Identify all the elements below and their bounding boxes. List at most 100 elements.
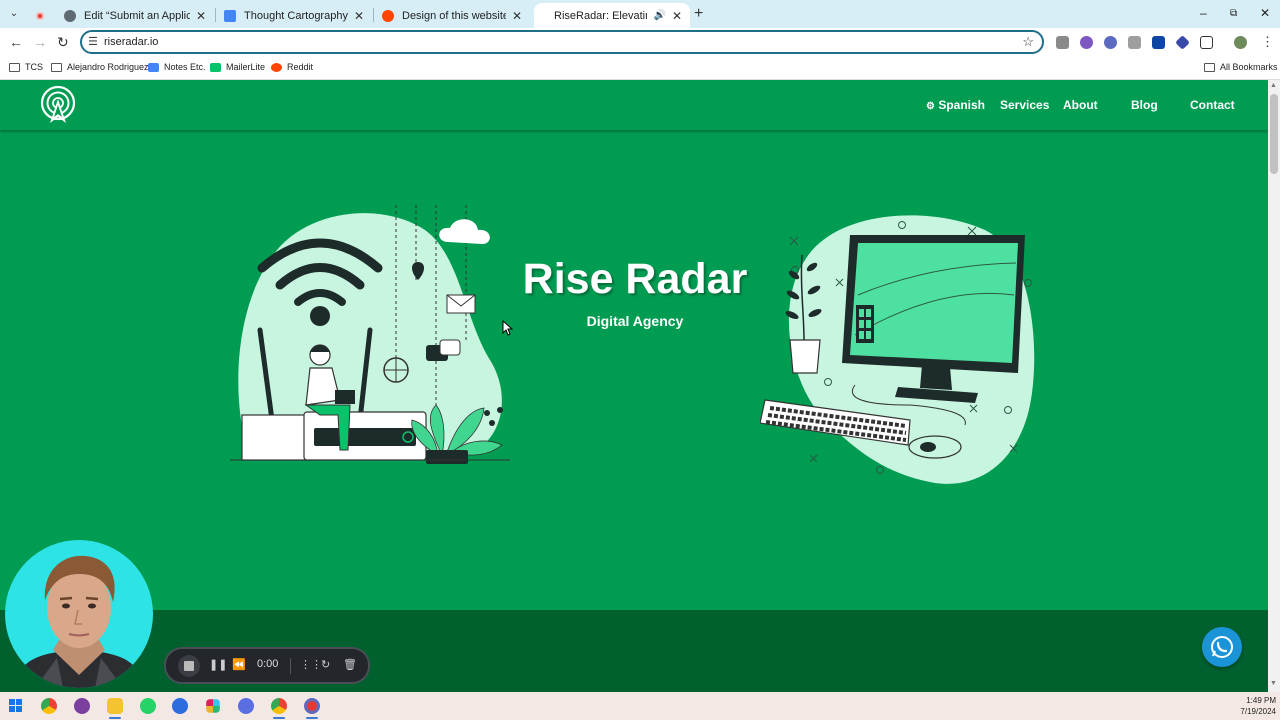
tab-title: Edit “Submit an Application” w <box>84 9 190 22</box>
wifi-network-illustration <box>230 205 510 464</box>
hero-subtitle: Digital Agency <box>586 313 684 329</box>
tab-reddit-webdesign[interactable]: Design of this website : r/webs ✕ <box>374 3 530 28</box>
extension-icon[interactable] <box>1104 36 1117 49</box>
close-tab-icon[interactable]: ✕ <box>196 9 206 23</box>
file-explorer-icon[interactable] <box>107 698 123 714</box>
trash-icon[interactable]: 🗑 <box>343 658 357 671</box>
bookmark-label: MailerLite <box>226 62 266 72</box>
riseradar-page: ⚙ Spanish Services About Blog Contact Ri… <box>0 80 1268 692</box>
reddit-icon <box>271 62 282 72</box>
active-indicator <box>109 717 121 719</box>
speaker-icon[interactable]: 🔊 <box>653 10 665 21</box>
webcam-bubble[interactable] <box>5 540 153 688</box>
back-arrow-icon[interactable]: ← <box>9 34 23 50</box>
nav-services[interactable]: Services <box>1000 98 1049 112</box>
whatsapp-taskbar-icon[interactable] <box>140 698 156 714</box>
bookmark-reddit[interactable]: Reddit <box>271 62 313 72</box>
tab-title: Design of this website : r/webs <box>402 9 506 22</box>
close-window-icon[interactable]: ✕ <box>1260 6 1270 20</box>
camera-extension-icon[interactable] <box>1128 36 1141 49</box>
globe-favicon-icon <box>64 9 76 22</box>
active-indicator <box>306 717 318 719</box>
profile-avatar[interactable] <box>1234 36 1247 49</box>
tab-edit-submit-application[interactable]: Edit “Submit an Application” w ✕ <box>56 3 214 28</box>
whatsapp-icon <box>1211 636 1233 658</box>
scroll-down-icon[interactable]: ▼ <box>1270 680 1277 687</box>
clock-time: 1:49 PM <box>1246 696 1276 705</box>
presenter-avatar <box>15 555 143 688</box>
address-bar[interactable]: ☰ riseradar.io ☆ <box>80 30 1044 54</box>
bookmark-notes[interactable]: Notes Etc. <box>148 62 206 72</box>
bookmarks-bar: TCS Alejandro Rodriguez Notes Etc. Maile… <box>0 56 1280 80</box>
nav-blog[interactable]: Blog <box>1131 98 1158 112</box>
restore-icon[interactable]: ⧉ <box>1230 8 1237 19</box>
pause-icon[interactable]: ❚❚ <box>209 658 227 671</box>
translate-icon: ⚙ <box>926 101 935 112</box>
scroll-up-icon[interactable]: ▲ <box>1270 82 1277 89</box>
rewind-icon[interactable]: ⏪ <box>232 658 246 671</box>
windows-start-icon[interactable] <box>9 699 23 713</box>
mailerlite-icon <box>210 62 221 72</box>
folder-icon <box>51 62 62 72</box>
nav-contact[interactable]: Contact <box>1190 98 1235 112</box>
record-icon <box>36 11 44 20</box>
riseradar-logo-icon[interactable] <box>38 85 78 125</box>
close-tab-icon[interactable]: ✕ <box>672 9 682 23</box>
chrome-profile-taskbar-icon[interactable] <box>271 698 287 714</box>
extension-icon[interactable] <box>1080 36 1093 49</box>
browser-toolbar: ← → ↻ ☰ riseradar.io ☆ ⋮ <box>0 28 1280 56</box>
chrome-taskbar-icon[interactable] <box>41 698 57 714</box>
system-clock[interactable]: 1:49 PM 7/19/2024 <box>1228 695 1276 717</box>
browser-tab-bar: ⌄ Edit “Submit an Application” w ✕ Thoug… <box>0 0 1280 28</box>
tab-thought-cartography[interactable]: Thought Cartography - Calend ✕ <box>216 3 372 28</box>
extension-icon[interactable] <box>1175 35 1190 50</box>
calendar-favicon-icon <box>224 9 236 22</box>
whatsapp-chat-button[interactable] <box>1202 627 1242 667</box>
tab-title: Thought Cartography - Calend <box>244 9 348 22</box>
tab-search-chevron-icon[interactable]: ⌄ <box>6 6 22 22</box>
bookmark-tcs[interactable]: TCS <box>9 62 43 72</box>
recording-timer: 0:00 <box>257 658 279 670</box>
folder-icon <box>9 62 20 72</box>
mouse-cursor-icon <box>502 320 514 336</box>
restart-icon[interactable]: ↻ <box>321 658 330 671</box>
app-taskbar-icon[interactable] <box>238 698 254 714</box>
page-scrollbar[interactable]: ▲ ▼ <box>1268 80 1280 692</box>
nav-about[interactable]: About <box>1063 98 1098 112</box>
divider <box>290 658 291 674</box>
bookmark-label: Reddit <box>287 62 314 72</box>
close-tab-icon[interactable]: ✕ <box>354 9 364 23</box>
slack-taskbar-icon[interactable] <box>206 699 220 713</box>
grid-dots-icon[interactable]: ⋮⋮ <box>300 658 322 671</box>
site-info-icon[interactable]: ☰ <box>88 35 98 48</box>
pinned-tab-recording[interactable] <box>28 3 54 28</box>
close-tab-icon[interactable]: ✕ <box>512 9 522 23</box>
reload-icon[interactable]: ↻ <box>57 34 69 51</box>
tab-riseradar[interactable]: RiseRadar: Elevating Your D 🔊 ✕ <box>534 3 690 28</box>
app-taskbar-icon[interactable] <box>74 698 90 714</box>
minimize-icon[interactable]: – <box>1200 6 1207 20</box>
puzzle-extensions-icon[interactable] <box>1200 36 1213 49</box>
recorder-taskbar-icon[interactable] <box>304 698 320 714</box>
zoom-taskbar-icon[interactable] <box>172 698 188 714</box>
desktop-computer-illustration <box>760 215 1035 484</box>
url-text[interactable]: riseradar.io <box>104 36 158 48</box>
extension-icon[interactable] <box>1056 36 1069 49</box>
bookmark-label: All Bookmarks <box>1220 62 1278 72</box>
scroll-thumb[interactable] <box>1270 94 1278 174</box>
new-tab-plus-icon[interactable]: + <box>694 5 703 23</box>
windows-taskbar: 1:49 PM 7/19/2024 <box>0 692 1280 720</box>
stop-recording-button[interactable] <box>178 655 200 677</box>
bookmark-alejandro[interactable]: Alejandro Rodriguez <box>51 62 149 72</box>
hero-title: Rise Radar <box>522 255 748 303</box>
menu-kebab-icon[interactable]: ⋮ <box>1261 34 1274 50</box>
bookmark-star-icon[interactable]: ☆ <box>1022 34 1034 50</box>
bookmark-mailerlite[interactable]: MailerLite <box>210 62 265 72</box>
forward-arrow-icon[interactable]: → <box>33 34 47 50</box>
all-bookmarks[interactable]: All Bookmarks <box>1204 62 1278 72</box>
nav-spanish-label: Spanish <box>938 98 985 112</box>
tab-title: RiseRadar: Elevating Your D <box>554 9 647 22</box>
folder-icon <box>1204 62 1215 72</box>
checkbox-extension-icon[interactable] <box>1152 36 1165 49</box>
nav-spanish[interactable]: ⚙ Spanish <box>926 98 985 112</box>
